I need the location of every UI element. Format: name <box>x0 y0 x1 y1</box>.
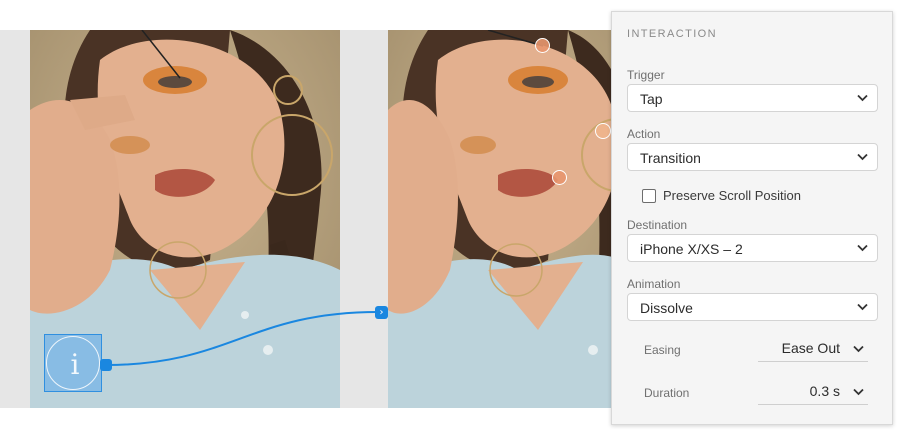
action-value: Transition <box>640 150 701 166</box>
destination-value: iPhone X/XS – 2 <box>640 241 743 257</box>
easing-select[interactable]: Ease Out <box>758 338 868 362</box>
chevron-down-icon <box>857 303 868 311</box>
info-icon: i <box>46 336 100 390</box>
prototype-workspace: i › INTERACTION Trigger Tap Action Trans… <box>0 0 900 438</box>
duration-label: Duration <box>644 386 690 400</box>
destination-dropdown[interactable]: iPhone X/XS – 2 <box>627 234 878 262</box>
panel-title: INTERACTION <box>627 28 717 40</box>
action-dropdown[interactable]: Transition <box>627 143 878 171</box>
trigger-label: Trigger <box>627 68 665 82</box>
duration-value: 0.3 s <box>809 383 840 399</box>
animation-value: Dissolve <box>640 300 693 316</box>
interaction-panel: INTERACTION Trigger Tap Action Transitio… <box>611 11 893 425</box>
easing-label: Easing <box>644 343 681 357</box>
destination-label: Destination <box>627 218 688 232</box>
easing-value: Ease Out <box>781 340 840 356</box>
duration-select[interactable]: 0.3 s <box>758 381 868 405</box>
chevron-down-icon <box>857 244 868 252</box>
anchor-marker[interactable] <box>595 123 611 139</box>
hotspot-element[interactable]: i <box>44 334 102 392</box>
animation-label: Animation <box>627 277 681 291</box>
preserve-scroll-label: Preserve Scroll Position <box>663 188 801 203</box>
artboard-destination[interactable] <box>388 30 640 408</box>
preserve-scroll-checkbox[interactable] <box>642 189 656 203</box>
anchor-marker[interactable] <box>552 170 567 185</box>
arrow-right-icon[interactable]: › <box>375 306 388 319</box>
chevron-down-icon <box>853 345 864 353</box>
portrait-photo-destination <box>388 30 640 408</box>
trigger-value: Tap <box>640 91 663 107</box>
trigger-dropdown[interactable]: Tap <box>627 84 878 112</box>
anchor-marker[interactable] <box>535 38 550 53</box>
chevron-down-icon <box>857 153 868 161</box>
action-label: Action <box>627 127 661 141</box>
chevron-down-icon <box>857 94 868 102</box>
animation-dropdown[interactable]: Dissolve <box>627 293 878 321</box>
chevron-down-icon <box>853 388 864 396</box>
wire-handle[interactable] <box>100 359 112 371</box>
